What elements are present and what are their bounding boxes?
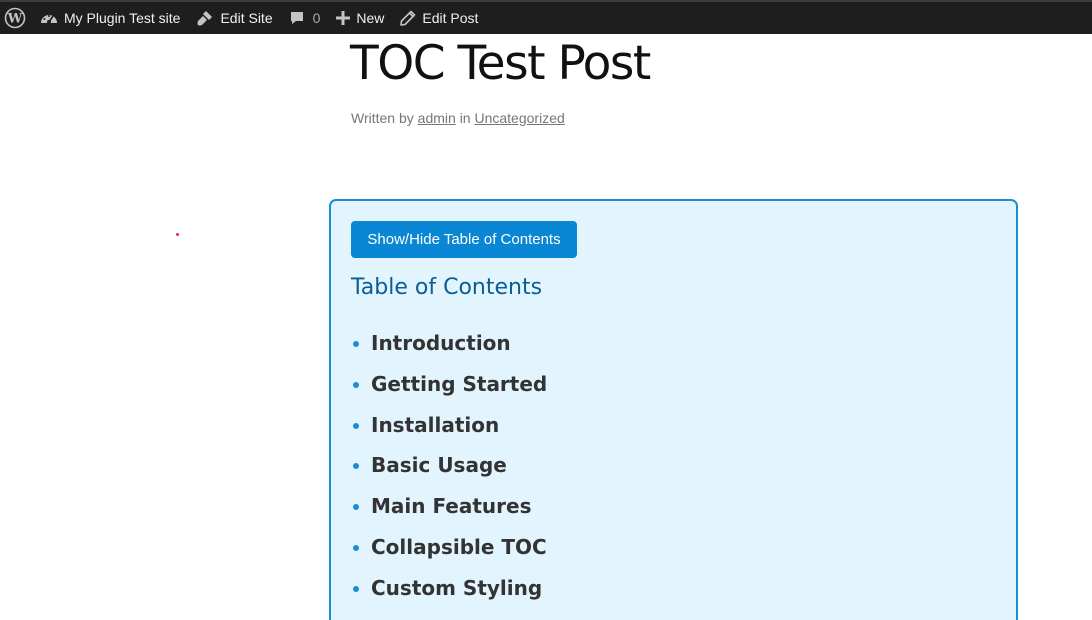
post-title: TOC Test Post (350, 36, 651, 91)
toc-link-custom-styling[interactable]: Custom Styling (371, 574, 542, 602)
comments-count: 0 (312, 10, 321, 26)
bullet-icon (353, 504, 359, 511)
toc-link-getting-started[interactable]: Getting Started (371, 370, 547, 398)
toc-link-main-features[interactable]: Main Features (371, 492, 532, 520)
comments-link[interactable]: 0 (281, 2, 329, 34)
toc-item: Main Features (351, 492, 547, 533)
toc-link-basic-usage[interactable]: Basic Usage (371, 451, 507, 479)
post-meta: Written by admin in Uncategorized (351, 110, 565, 126)
toc-link-collapsible-toc[interactable]: Collapsible TOC (371, 533, 547, 561)
in-text: in (459, 110, 471, 126)
edit-post-link[interactable]: Edit Post (392, 2, 486, 34)
toc-item: Installation (351, 411, 547, 452)
pencil-icon (400, 10, 416, 26)
bullet-icon (353, 422, 359, 429)
edit-post-label: Edit Post (422, 10, 479, 26)
new-label: New (356, 10, 385, 26)
toc-item: Collapsible TOC (351, 533, 547, 574)
svg-text:W: W (7, 12, 23, 27)
toc-item: Basic Usage (351, 451, 547, 492)
edit-site-label: Edit Site (220, 10, 273, 26)
bullet-icon (353, 341, 359, 347)
edit-site-link[interactable]: Edit Site (188, 2, 280, 34)
toc-link-installation[interactable]: Installation (371, 411, 499, 439)
toc-container: Show/Hide Table of Contents Table of Con… (329, 199, 1018, 620)
toc-list: Introduction Getting Started Installatio… (351, 329, 547, 615)
toc-item: Getting Started (351, 370, 547, 411)
toc-link-introduction[interactable]: Introduction (371, 329, 511, 357)
toc-item: Custom Styling (351, 574, 547, 615)
plus-icon (336, 11, 351, 25)
comment-bubble-icon (289, 10, 305, 26)
admin-bar: W My Plugin Test site Edit Site 0 New Ed… (0, 0, 1092, 34)
bullet-icon (353, 544, 359, 551)
written-by-text: Written by (351, 110, 414, 126)
wordpress-menu[interactable]: W (0, 2, 32, 34)
category-link[interactable]: Uncategorized (474, 110, 564, 126)
bullet-icon (353, 381, 359, 388)
dashboard-icon (40, 10, 58, 26)
toc-item: Introduction (351, 329, 547, 370)
new-content-link[interactable]: New (328, 2, 392, 34)
author-link[interactable]: admin (418, 110, 456, 126)
site-name-link[interactable]: My Plugin Test site (32, 2, 188, 34)
site-name-label: My Plugin Test site (64, 10, 181, 26)
bullet-icon (353, 463, 359, 470)
cursor-dot (176, 233, 179, 236)
wordpress-logo-icon: W (4, 7, 26, 29)
toc-heading: Table of Contents (351, 275, 543, 300)
toc-toggle-button[interactable]: Show/Hide Table of Contents (351, 221, 577, 258)
brush-icon (196, 9, 214, 27)
bullet-icon (353, 585, 359, 592)
